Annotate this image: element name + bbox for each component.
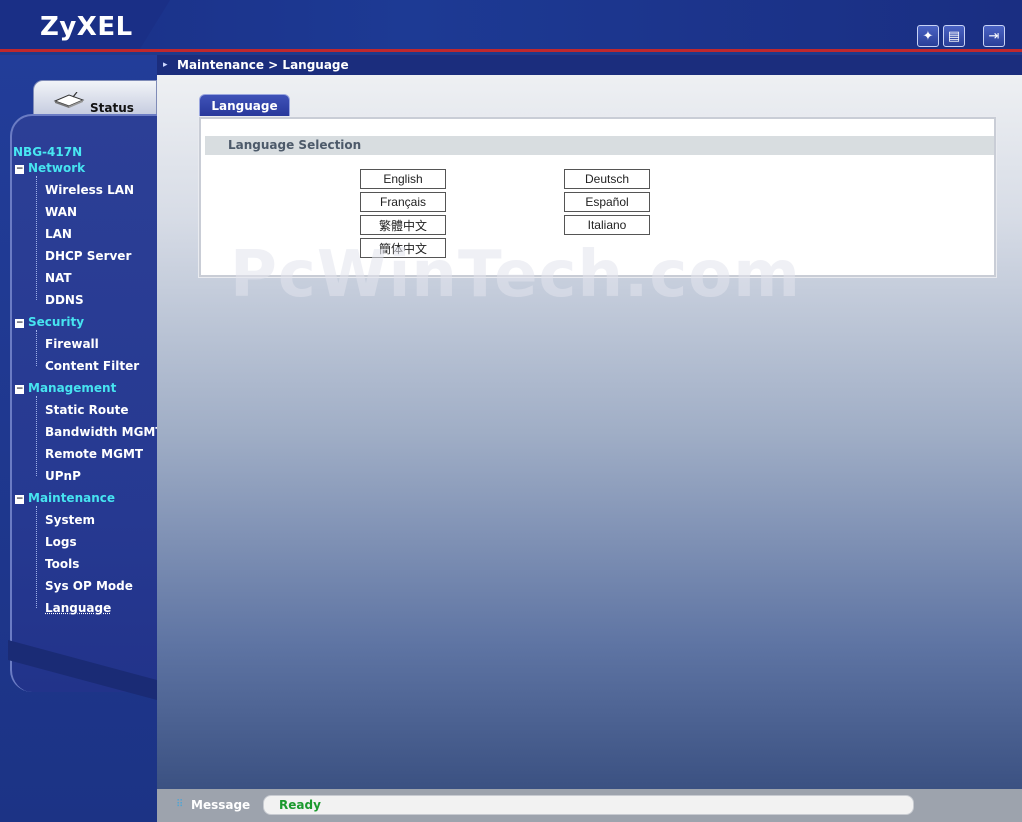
tree-line xyxy=(36,396,37,476)
breadcrumb-bar: ▸ Maintenance > Language xyxy=(157,55,1022,75)
nav-item-logs[interactable]: Logs xyxy=(45,535,77,549)
message-icon: ⠿ xyxy=(176,799,184,810)
traditional-chinese-button[interactable]: 繁體中文 xyxy=(360,215,446,235)
nav-group-management[interactable]: − Management xyxy=(15,381,116,395)
nav-item-static-route[interactable]: Static Route xyxy=(45,403,129,417)
tab-language[interactable]: Language xyxy=(199,94,290,118)
section-title: Language Selection xyxy=(205,136,994,155)
wizard-icon[interactable]: ✦ xyxy=(917,25,939,47)
tree-line xyxy=(36,330,37,366)
help-icon[interactable]: ▤ xyxy=(943,25,965,47)
nav-group-maintenance[interactable]: − Maintenance xyxy=(15,491,115,505)
nav-item-ddns[interactable]: DDNS xyxy=(45,293,84,307)
zyxel-logo: ZyXEL xyxy=(40,12,133,42)
nav-group-network[interactable]: − Network xyxy=(15,161,85,175)
logout-icon[interactable]: ⇥ xyxy=(983,25,1005,47)
breadcrumb-arrow-icon: ▸ xyxy=(163,60,168,70)
nav-item-bandwidth-mgmt[interactable]: Bandwidth MGMT xyxy=(45,425,164,439)
deutsch-button[interactable]: Deutsch xyxy=(564,169,650,189)
watermark: PcWinTech.com xyxy=(230,238,801,312)
collapse-icon[interactable]: − xyxy=(15,319,24,328)
nav-item-system[interactable]: System xyxy=(45,513,95,527)
nav-item-remote-mgmt[interactable]: Remote MGMT xyxy=(45,447,143,461)
nav-item-upnp[interactable]: UPnP xyxy=(45,469,81,483)
collapse-icon[interactable]: − xyxy=(15,165,24,174)
nav-item-sys-op-mode[interactable]: Sys OP Mode xyxy=(45,579,133,593)
top-header: ZyXEL ✦ ▤ ⇥ xyxy=(0,0,1022,52)
english-button[interactable]: English xyxy=(360,169,446,189)
nav-item-content-filter[interactable]: Content Filter xyxy=(45,359,139,373)
nav-item-nat[interactable]: NAT xyxy=(45,271,72,285)
francais-button[interactable]: Français xyxy=(360,192,446,212)
nav-group-security[interactable]: − Security xyxy=(15,315,84,329)
tree-line xyxy=(36,176,37,300)
tree-line xyxy=(36,506,37,608)
nav-item-wan[interactable]: WAN xyxy=(45,205,77,219)
nav-item-dhcp-server[interactable]: DHCP Server xyxy=(45,249,131,263)
collapse-icon[interactable]: − xyxy=(15,495,24,504)
message-label: Message xyxy=(191,798,251,812)
router-icon xyxy=(53,92,85,108)
italiano-button[interactable]: Italiano xyxy=(564,215,650,235)
nav-item-firewall[interactable]: Firewall xyxy=(45,337,99,351)
nav-item-wireless-lan[interactable]: Wireless LAN xyxy=(45,183,134,197)
nav-item-tools[interactable]: Tools xyxy=(45,557,79,571)
nav-item-lan[interactable]: LAN xyxy=(45,227,72,241)
nav-item-language[interactable]: Language xyxy=(45,601,111,615)
header-stripe xyxy=(0,49,1022,52)
message-text: Ready xyxy=(279,798,321,812)
breadcrumb: Maintenance > Language xyxy=(177,58,349,72)
message-field: Ready xyxy=(263,795,914,815)
device-name: NBG-417N xyxy=(13,145,83,159)
collapse-icon[interactable]: − xyxy=(15,385,24,394)
espanol-button[interactable]: Español xyxy=(564,192,650,212)
status-tab-label[interactable]: Status xyxy=(90,101,134,115)
